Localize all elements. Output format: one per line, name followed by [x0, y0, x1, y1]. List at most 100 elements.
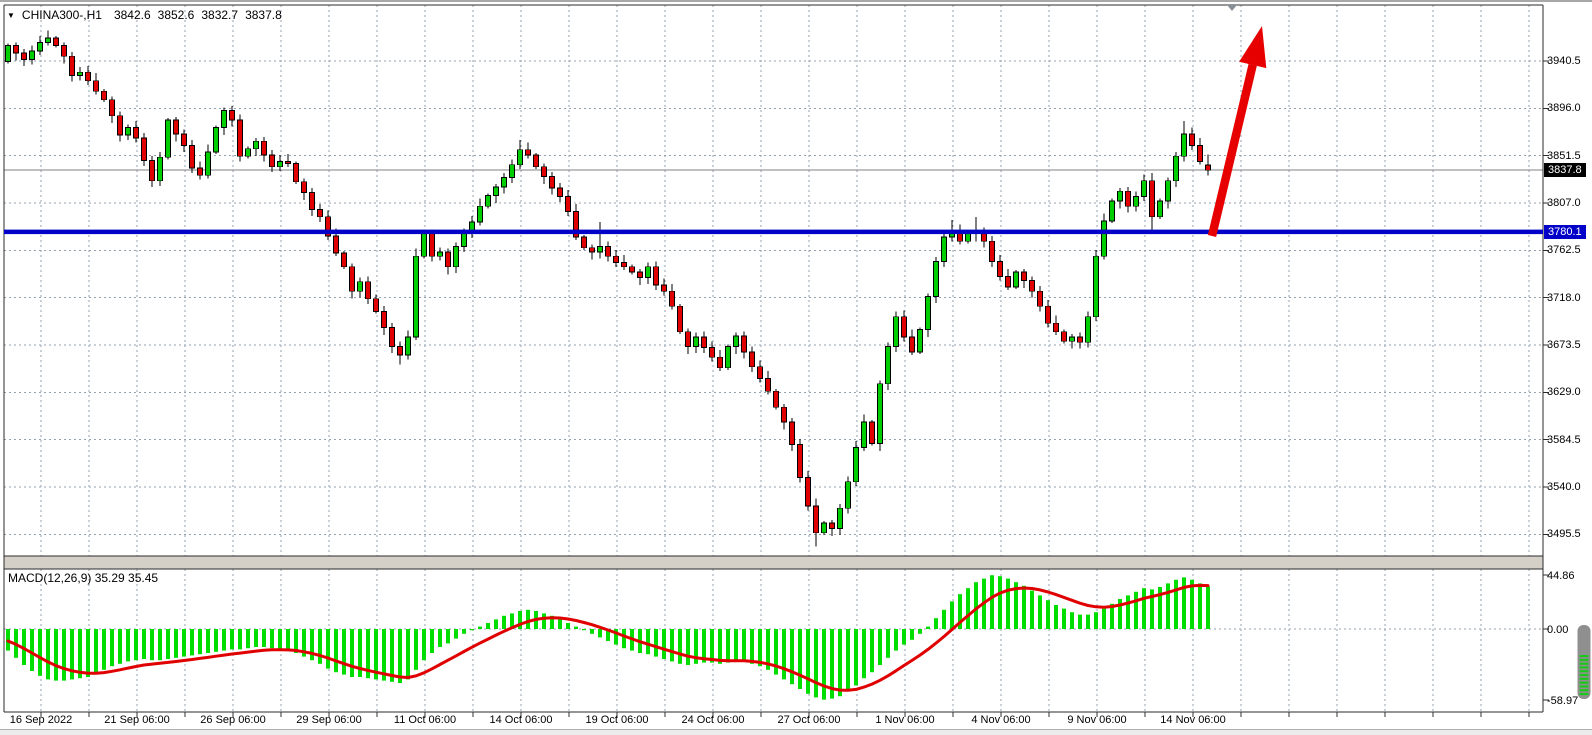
- chart-annotations[interactable]: [4, 5, 1591, 699]
- candle[interactable]: [678, 306, 683, 332]
- candle[interactable]: [822, 523, 827, 533]
- candle[interactable]: [798, 444, 803, 477]
- panel-separator[interactable]: [4, 556, 1543, 569]
- candle[interactable]: [630, 267, 635, 272]
- candle[interactable]: [110, 100, 115, 116]
- candle[interactable]: [358, 282, 363, 292]
- candle[interactable]: [310, 192, 315, 209]
- candle[interactable]: [382, 311, 387, 327]
- candle[interactable]: [86, 72, 91, 81]
- candle[interactable]: [150, 160, 155, 180]
- candle[interactable]: [46, 38, 51, 42]
- candle[interactable]: [246, 149, 251, 156]
- candle[interactable]: [30, 51, 35, 60]
- candle[interactable]: [518, 150, 523, 165]
- candle[interactable]: [718, 357, 723, 368]
- candle[interactable]: [862, 422, 867, 448]
- candle[interactable]: [686, 332, 691, 347]
- candle[interactable]: [846, 482, 851, 509]
- candle[interactable]: [238, 120, 243, 156]
- candle[interactable]: [502, 177, 507, 187]
- candle[interactable]: [942, 237, 947, 261]
- candle[interactable]: [926, 297, 931, 330]
- candle[interactable]: [94, 81, 99, 92]
- candle[interactable]: [1174, 156, 1179, 180]
- candle[interactable]: [894, 317, 899, 347]
- symbol-dropdown-icon[interactable]: ▼: [7, 11, 15, 20]
- candle[interactable]: [558, 188, 563, 197]
- candle[interactable]: [1190, 134, 1195, 146]
- candle[interactable]: [262, 141, 267, 155]
- candle[interactable]: [774, 391, 779, 407]
- candle[interactable]: [374, 299, 379, 312]
- candle[interactable]: [118, 116, 123, 135]
- candle[interactable]: [750, 352, 755, 367]
- candle[interactable]: [918, 330, 923, 352]
- candle[interactable]: [254, 141, 259, 148]
- candle[interactable]: [222, 110, 227, 127]
- candle[interactable]: [614, 256, 619, 262]
- object-anchor-marker-icon[interactable]: [1227, 5, 1237, 11]
- candle[interactable]: [702, 337, 707, 348]
- candle[interactable]: [998, 261, 1003, 276]
- candle[interactable]: [438, 252, 443, 256]
- candle[interactable]: [286, 162, 291, 164]
- candle[interactable]: [806, 477, 811, 506]
- candle[interactable]: [1054, 323, 1059, 332]
- candle[interactable]: [478, 206, 483, 222]
- candle[interactable]: [638, 272, 643, 277]
- candle[interactable]: [406, 337, 411, 355]
- candle[interactable]: [1150, 181, 1155, 217]
- trend-arrow-head[interactable]: [1239, 26, 1266, 68]
- candle[interactable]: [1118, 191, 1123, 201]
- candle[interactable]: [414, 256, 419, 337]
- candle[interactable]: [158, 157, 163, 180]
- candle[interactable]: [782, 407, 787, 422]
- candle[interactable]: [190, 146, 195, 168]
- candle[interactable]: [78, 72, 83, 75]
- candle[interactable]: [1198, 146, 1203, 162]
- candle[interactable]: [990, 241, 995, 261]
- candle[interactable]: [454, 247, 459, 267]
- trend-arrow-shaft[interactable]: [1212, 65, 1253, 236]
- candle[interactable]: [1102, 221, 1107, 256]
- candle[interactable]: [462, 234, 467, 247]
- candle[interactable]: [270, 155, 275, 167]
- candle[interactable]: [542, 167, 547, 177]
- candle[interactable]: [838, 508, 843, 528]
- candle[interactable]: [646, 267, 651, 278]
- candle[interactable]: [790, 422, 795, 444]
- scroll-thumb-widget[interactable]: [1578, 625, 1591, 699]
- candle[interactable]: [1078, 337, 1083, 342]
- candle[interactable]: [302, 182, 307, 193]
- candle[interactable]: [1206, 165, 1211, 170]
- candle[interactable]: [1038, 291, 1043, 306]
- candle[interactable]: [1022, 272, 1027, 281]
- candle[interactable]: [126, 127, 131, 134]
- candle[interactable]: [1134, 197, 1139, 207]
- candle[interactable]: [142, 138, 147, 160]
- candle[interactable]: [966, 234, 971, 241]
- candle[interactable]: [1006, 276, 1011, 287]
- candle[interactable]: [350, 267, 355, 291]
- candle[interactable]: [1142, 181, 1147, 197]
- candle[interactable]: [366, 282, 371, 299]
- candle[interactable]: [278, 162, 283, 167]
- candle[interactable]: [1182, 134, 1187, 156]
- candle[interactable]: [174, 120, 179, 134]
- candle[interactable]: [854, 448, 859, 482]
- candle[interactable]: [902, 317, 907, 337]
- candle[interactable]: [102, 91, 107, 100]
- candle[interactable]: [494, 187, 499, 196]
- candle[interactable]: [1110, 201, 1115, 221]
- candle[interactable]: [182, 134, 187, 146]
- candle[interactable]: [1030, 281, 1035, 292]
- candle[interactable]: [1014, 272, 1019, 287]
- candle[interactable]: [342, 253, 347, 267]
- candle[interactable]: [38, 42, 43, 51]
- candle[interactable]: [398, 347, 403, 356]
- candle[interactable]: [606, 247, 611, 257]
- candle[interactable]: [430, 234, 435, 256]
- candle[interactable]: [742, 336, 747, 352]
- candle[interactable]: [590, 248, 595, 252]
